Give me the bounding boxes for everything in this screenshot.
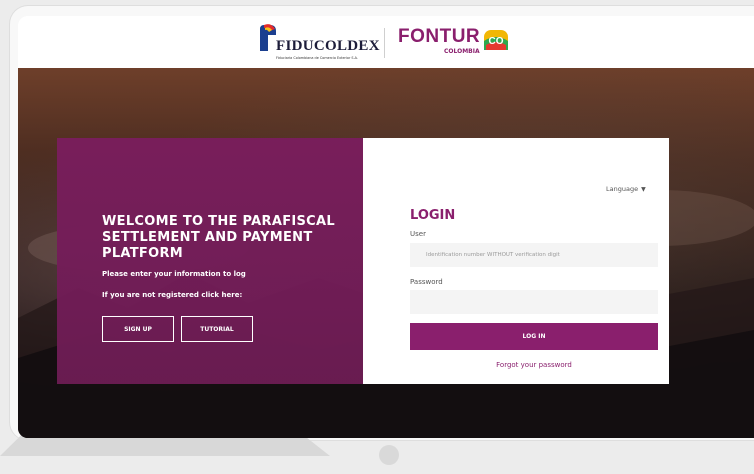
home-button-icon (379, 445, 399, 465)
fontur-sub: COLOMBIA (444, 48, 480, 55)
login-button[interactable]: LOG IN (410, 323, 658, 350)
language-dropdown[interactable]: Language ▼ (606, 185, 646, 193)
user-input[interactable] (410, 243, 658, 267)
welcome-title: WELCOME TO THE PARAFISCAL SETTLEMENT AND… (102, 214, 335, 261)
password-label: Password (410, 278, 443, 286)
fontur-logo: FONTUR CO COLOMBIA (398, 26, 508, 62)
fontur-co-text: CO (489, 36, 504, 47)
language-label: Language (606, 185, 639, 193)
fiducoldex-name: FIDUCOLDEX (276, 38, 380, 54)
logo-bar: FIDUCOLDEX Fiduciaria Colombiana de Come… (18, 16, 754, 68)
login-title: LOGIN (410, 208, 456, 223)
fiducoldex-logo: FIDUCOLDEX Fiduciaria Colombiana de Come… (258, 23, 380, 61)
fontur-name: FONTUR (398, 26, 481, 47)
welcome-subtitle: Please enter your information to log (102, 270, 246, 278)
sign-up-button[interactable]: SIGN UP (102, 316, 174, 342)
fontur-co-icon: CO (484, 30, 508, 50)
tutorial-button[interactable]: TUTORIAL (181, 316, 253, 342)
user-label: User (410, 230, 426, 238)
forgot-password-link[interactable]: Forgot your password (410, 361, 658, 369)
chevron-down-icon: ▼ (641, 186, 646, 193)
fiducoldex-logo-icon (260, 24, 276, 51)
fiducoldex-tagline: Fiduciaria Colombiana de Comercio Exteri… (276, 56, 358, 60)
register-prompt: If you are not registered click here: (102, 291, 243, 299)
password-input[interactable] (410, 290, 658, 314)
logo-divider (384, 28, 385, 58)
